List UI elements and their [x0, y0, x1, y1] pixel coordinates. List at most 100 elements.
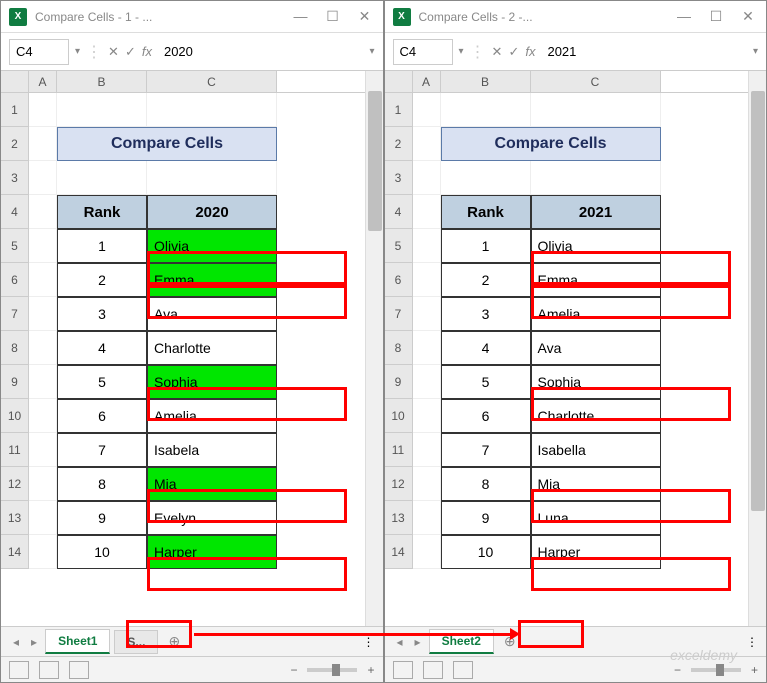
rank-cell[interactable]: 1 — [441, 229, 531, 263]
row-header[interactable]: 12 — [385, 467, 413, 501]
tab-menu-icon[interactable]: ⋮ — [746, 635, 758, 649]
minimize-button[interactable]: — — [674, 8, 694, 25]
formula-dropdown-icon[interactable]: ▾ — [753, 46, 758, 57]
rank-cell[interactable]: 5 — [57, 365, 147, 399]
header-year[interactable]: 2020 — [147, 195, 277, 229]
formula-dropdown-icon[interactable]: ▾ — [369, 46, 374, 57]
cancel-icon[interactable]: ✕ — [108, 44, 119, 60]
cell[interactable] — [29, 229, 57, 263]
row-header[interactable]: 14 — [385, 535, 413, 569]
name-cell[interactable]: Charlotte — [147, 331, 277, 365]
formula-input[interactable]: 2020 — [158, 44, 364, 59]
rank-cell[interactable]: 8 — [441, 467, 531, 501]
row-header[interactable]: 13 — [1, 501, 29, 535]
cell[interactable] — [413, 331, 441, 365]
scroll-thumb[interactable] — [368, 91, 382, 231]
rank-cell[interactable]: 9 — [57, 501, 147, 535]
cell[interactable] — [531, 93, 661, 127]
formula-input[interactable]: 2021 — [541, 44, 747, 59]
cell[interactable] — [147, 93, 277, 127]
cell[interactable] — [413, 263, 441, 297]
zoom-slider[interactable] — [691, 668, 741, 672]
cell[interactable] — [413, 297, 441, 331]
select-all-corner[interactable] — [1, 71, 29, 92]
maximize-button[interactable]: ☐ — [323, 8, 343, 25]
rank-cell[interactable]: 1 — [57, 229, 147, 263]
row-header[interactable]: 11 — [385, 433, 413, 467]
zoom-in-button[interactable]: + — [367, 663, 374, 677]
rank-cell[interactable]: 2 — [57, 263, 147, 297]
header-rank[interactable]: Rank — [441, 195, 531, 229]
view-break-button[interactable] — [453, 661, 473, 679]
name-cell[interactable]: Harper — [531, 535, 661, 569]
select-all-corner[interactable] — [385, 71, 413, 92]
cell[interactable] — [29, 127, 57, 161]
cell[interactable] — [29, 467, 57, 501]
minimize-button[interactable]: — — [291, 8, 311, 25]
row-header[interactable]: 12 — [1, 467, 29, 501]
enter-icon[interactable]: ✓ — [508, 44, 519, 60]
name-cell[interactable]: Emma — [147, 263, 277, 297]
row-header[interactable]: 7 — [385, 297, 413, 331]
header-year[interactable]: 2021 — [531, 195, 661, 229]
view-normal-button[interactable] — [393, 661, 413, 679]
row-header[interactable]: 8 — [1, 331, 29, 365]
row-header[interactable]: 10 — [1, 399, 29, 433]
cell[interactable] — [29, 399, 57, 433]
view-break-button[interactable] — [69, 661, 89, 679]
cell[interactable] — [147, 161, 277, 195]
cell[interactable] — [29, 501, 57, 535]
tab-nav-right-icon[interactable]: ▸ — [411, 635, 425, 649]
col-header-b[interactable]: B — [441, 71, 531, 92]
name-box[interactable] — [393, 39, 453, 65]
zoom-out-button[interactable]: − — [674, 663, 681, 677]
rank-cell[interactable]: 5 — [441, 365, 531, 399]
rank-cell[interactable]: 8 — [57, 467, 147, 501]
cell[interactable] — [29, 433, 57, 467]
name-box[interactable] — [9, 39, 69, 65]
rank-cell[interactable]: 6 — [441, 399, 531, 433]
col-header-a[interactable]: A — [29, 71, 57, 92]
cell[interactable] — [29, 93, 57, 127]
rank-cell[interactable]: 3 — [441, 297, 531, 331]
tab-menu-icon[interactable]: ⋮ — [363, 635, 375, 649]
rank-cell[interactable]: 4 — [441, 331, 531, 365]
name-cell[interactable]: Amelia — [147, 399, 277, 433]
name-cell[interactable]: Isabella — [531, 433, 661, 467]
name-cell[interactable]: Mia — [531, 467, 661, 501]
cell[interactable] — [413, 501, 441, 535]
row-header[interactable]: 2 — [385, 127, 413, 161]
cell[interactable] — [413, 127, 441, 161]
cell[interactable] — [413, 467, 441, 501]
cell[interactable] — [29, 161, 57, 195]
tab-nav-left-icon[interactable]: ◂ — [393, 635, 407, 649]
row-header[interactable]: 5 — [1, 229, 29, 263]
name-cell[interactable]: Emma — [531, 263, 661, 297]
col-header-b[interactable]: B — [57, 71, 147, 92]
cell[interactable] — [57, 161, 147, 195]
cell[interactable] — [413, 229, 441, 263]
row-header[interactable]: 3 — [1, 161, 29, 195]
col-header-c[interactable]: C — [147, 71, 277, 92]
row-header[interactable]: 6 — [385, 263, 413, 297]
row-header[interactable]: 4 — [385, 195, 413, 229]
close-button[interactable]: ✕ — [355, 8, 375, 25]
cancel-icon[interactable]: ✕ — [492, 44, 503, 60]
fx-icon[interactable]: fx — [142, 44, 152, 59]
fx-icon[interactable]: fx — [525, 44, 535, 59]
name-box-dropdown-icon[interactable]: ▾ — [459, 46, 464, 57]
tab-nav-left-icon[interactable]: ◂ — [9, 635, 23, 649]
row-header[interactable]: 2 — [1, 127, 29, 161]
cell[interactable] — [29, 263, 57, 297]
cell[interactable] — [413, 399, 441, 433]
col-header-c[interactable]: C — [531, 71, 661, 92]
enter-icon[interactable]: ✓ — [125, 44, 136, 60]
row-header[interactable]: 7 — [1, 297, 29, 331]
vertical-scrollbar[interactable] — [365, 71, 383, 626]
tab-nav-right-icon[interactable]: ▸ — [27, 635, 41, 649]
cell[interactable] — [29, 535, 57, 569]
cell[interactable] — [29, 365, 57, 399]
name-cell[interactable]: Ava — [531, 331, 661, 365]
cell[interactable] — [413, 433, 441, 467]
row-header[interactable]: 11 — [1, 433, 29, 467]
